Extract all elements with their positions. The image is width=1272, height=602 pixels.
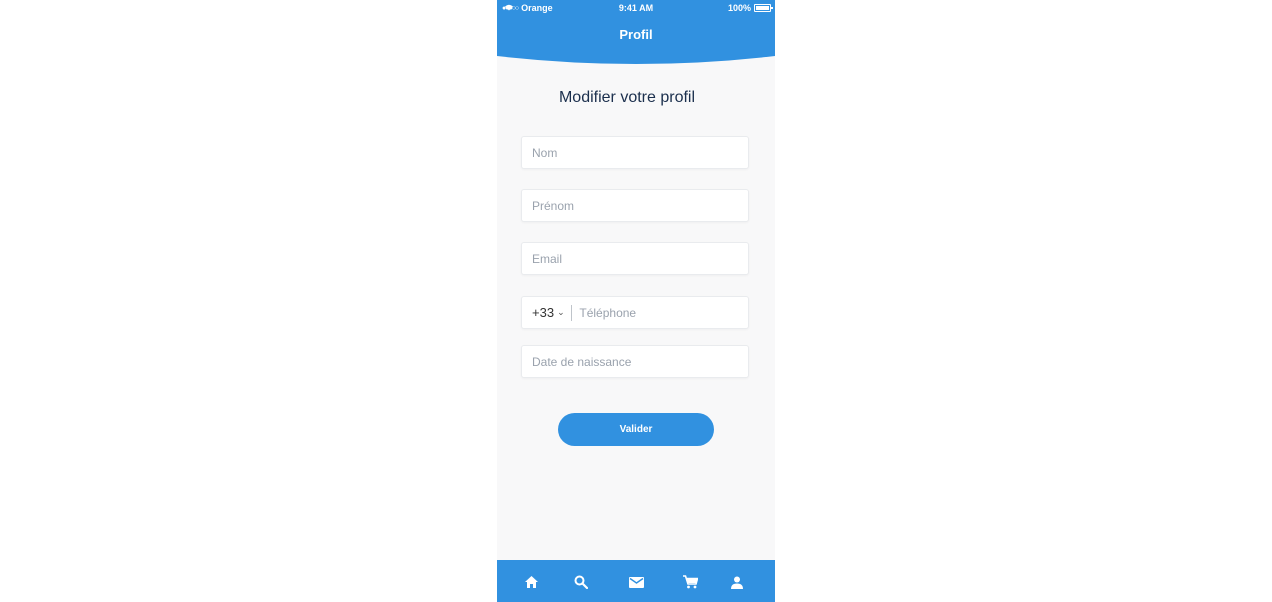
mail-tab[interactable] bbox=[627, 573, 645, 591]
profile-tab[interactable] bbox=[728, 573, 746, 591]
battery-icon bbox=[754, 4, 773, 12]
battery-info: 100% bbox=[727, 3, 773, 13]
status-bar: ●●●○○ Orange 9:41 AM 100% bbox=[497, 0, 775, 17]
form-heading: Modifier votre profil bbox=[558, 89, 696, 106]
valider-button[interactable]: Valider bbox=[558, 413, 714, 446]
home-tab[interactable] bbox=[522, 573, 540, 591]
chevron-down-icon: ⌄ bbox=[557, 307, 565, 317]
nom-field-container bbox=[521, 136, 749, 169]
home-icon bbox=[524, 576, 538, 588]
bottom-tab-bar bbox=[497, 560, 775, 602]
email-field-container bbox=[521, 242, 749, 275]
nom-input[interactable] bbox=[522, 137, 748, 168]
country-code-value: +33 bbox=[532, 305, 555, 320]
battery-percent: 100% bbox=[727, 3, 751, 13]
date-naissance-input[interactable] bbox=[522, 346, 748, 377]
cart-icon bbox=[682, 575, 698, 589]
app-header: ●●●○○ Orange 9:41 AM 100% Profil bbox=[497, 0, 775, 64]
telephone-input[interactable] bbox=[571, 297, 748, 328]
phone-screen: ●●●○○ Orange 9:41 AM 100% Profil Modifie… bbox=[497, 0, 775, 602]
country-code-select[interactable]: +33 ⌄ bbox=[522, 297, 565, 328]
email-input[interactable] bbox=[522, 243, 748, 274]
mail-icon bbox=[628, 576, 644, 588]
search-icon bbox=[574, 575, 588, 589]
search-tab[interactable] bbox=[572, 573, 590, 591]
telephone-field-container: +33 ⌄ bbox=[521, 296, 749, 329]
profile-icon bbox=[731, 576, 743, 589]
prenom-input[interactable] bbox=[522, 190, 748, 221]
prenom-field-container bbox=[521, 189, 749, 222]
date-naissance-field-container bbox=[521, 345, 749, 378]
cart-tab[interactable] bbox=[681, 573, 699, 591]
page-title: Profil bbox=[619, 27, 653, 42]
